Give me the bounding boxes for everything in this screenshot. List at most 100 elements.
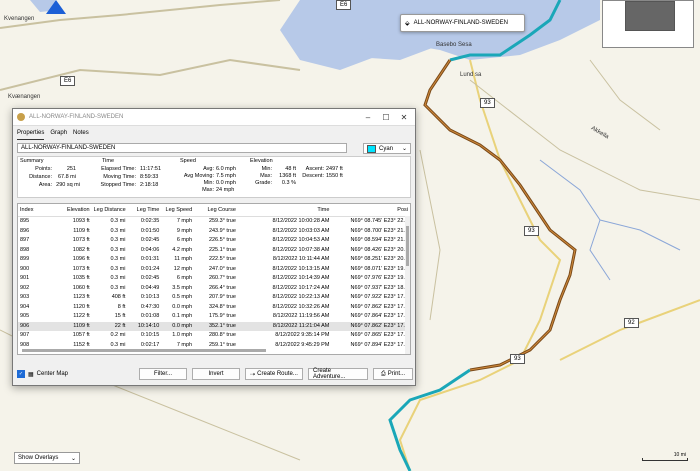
filter-button[interactable]: Filter... <box>139 368 187 380</box>
col-header[interactable]: Posi <box>331 204 410 216</box>
track-tooltip[interactable]: ⬙ ALL-NORWAY-FINLAND-SWEDEN <box>400 14 525 32</box>
show-overlays-dropdown[interactable]: Show Overlays ⌄ <box>14 452 80 464</box>
table-cell: 10:14:10 <box>137 322 160 329</box>
table-cell: 0:04:49 <box>140 284 160 291</box>
table-cell: 8/12/2022 10:07:38 AM <box>272 246 330 253</box>
table-cell: 901 <box>20 275 30 281</box>
table-cell: 1109 ft <box>73 227 90 234</box>
table-cell: 1109 ft <box>73 322 90 329</box>
table-cell: 900 <box>20 265 30 272</box>
trackpoint-table[interactable]: Index Elevation Leg Distance Leg Time Le… <box>17 203 411 355</box>
map-label: Basebo Sesa <box>436 42 472 48</box>
summary-panel: Summary Points: 251 Distance: 67.8 mi Ar… <box>17 156 411 198</box>
table-cell: 907 <box>20 332 30 338</box>
col-header[interactable]: Index <box>18 204 58 216</box>
table-row[interactable]: 901 1035 ft 0.3 mi 0:02:45 6 mph 260.7° true 8… <box>18 274 410 284</box>
table-cell: 4.2 mph <box>172 246 193 253</box>
table-cell: 280.8° true <box>208 332 236 338</box>
table-cell: 8/12/2022 10:00:28 AM <box>272 218 330 224</box>
table-cell: 8/12/2022 10:14:39 AM <box>272 275 330 281</box>
color-select[interactable]: Cyan ⌄ <box>363 143 411 154</box>
stopped-value: 2:18:18 <box>140 182 159 188</box>
table-cell: 408 ft <box>111 294 126 300</box>
table-cell: 905 <box>20 313 30 319</box>
center-map-label: Center Map <box>36 371 69 377</box>
table-cell: 8/12/2022 10:32:26 AM <box>272 303 330 310</box>
table-cell: 3.5 mph <box>172 284 193 291</box>
create-adventure-label: Create Adventure... <box>313 368 346 380</box>
close-button[interactable]: ✕ <box>397 113 411 122</box>
table-row[interactable]: 898 1082 ft 0.3 mi 0:04:06 4.2 mph 225.1° tru… <box>18 246 410 256</box>
tab-graph[interactable]: Graph <box>50 130 67 140</box>
table-cell: 1.0 mph <box>172 332 193 338</box>
road-shield: 93 <box>480 98 495 108</box>
minimize-button[interactable]: – <box>361 113 375 122</box>
table-cell: 247.0° true <box>208 265 236 272</box>
table-row[interactable]: 907 1057 ft 0.2 mi 0:10:15 1.0 mph 280.8° tru… <box>18 331 410 341</box>
table-cell: 324.8° true <box>208 303 236 310</box>
min-speed-label: Min: <box>203 180 214 186</box>
center-map-checkbox[interactable]: ✓ ▦ Center Map <box>17 370 68 378</box>
table-row[interactable]: 903 1123 ft 408 ft 0:10:13 0.5 mph 207.9° tru… <box>18 293 410 303</box>
table-row[interactable]: 896 1109 ft 0.3 mi 0:01:50 9 mph 243.9° true 8… <box>18 227 410 237</box>
create-adventure-button[interactable]: Create Adventure... <box>308 368 368 380</box>
track-properties-window[interactable]: ALL-NORWAY-FINLAND-SWEDEN – ☐ ✕ Properti… <box>12 108 416 386</box>
map-label: Lund sa <box>460 72 482 78</box>
tab-notes[interactable]: Notes <box>73 130 89 140</box>
horizontal-scrollbar[interactable] <box>22 349 266 352</box>
table-cell: N69° 08.071' E23° 19.6 <box>350 265 408 272</box>
col-header[interactable]: Elevation <box>58 204 92 216</box>
table-row[interactable]: 895 1093 ft 0.3 mi 0:02:35 7 mph 259.3° true 8… <box>18 217 410 227</box>
road-shield: 93 <box>510 354 525 364</box>
map-scale: 10 mi <box>642 452 690 462</box>
elev-min-value: 48 ft <box>285 166 296 172</box>
table-row[interactable]: 902 1060 ft 0.3 mi 0:04:49 3.5 mph 266.4° tru… <box>18 284 410 294</box>
table-cell: 175.9° true <box>208 313 236 319</box>
window-titlebar[interactable]: ALL-NORWAY-FINLAND-SWEDEN – ☐ ✕ <box>13 109 415 126</box>
table-row[interactable]: 905 1122 ft 15 ft 0:01:08 0.1 mph 175.9° true… <box>18 312 410 322</box>
invert-label: Invert <box>208 371 224 377</box>
table-cell: 0:02:45 <box>140 237 160 243</box>
table-cell: N69° 07.976' E23° 19.0 <box>350 275 408 281</box>
print-button[interactable]: ⎙ Print... <box>373 368 413 380</box>
filter-label: Filter... <box>153 371 172 377</box>
table-row[interactable]: 906 1109 ft 22 ft 10:14:10 0.0 mph 352.1° tru… <box>18 321 410 331</box>
avg-moving-label: Avg Moving: <box>183 173 214 179</box>
col-header[interactable]: Leg Distance <box>92 204 128 216</box>
table-cell: 0.2 mi <box>110 332 126 338</box>
table-row[interactable]: 904 1120 ft 8 ft 0:47:30 0.0 mph 324.8° true 8… <box>18 303 410 313</box>
map-label: Kvænangen <box>8 94 41 100</box>
area-value: 290 sq mi <box>56 182 80 188</box>
overview-map[interactable] <box>602 0 694 48</box>
table-row[interactable]: 897 1073 ft 0.3 mi 0:02:45 6 mph 226.5° true 8… <box>18 236 410 246</box>
table-cell: N69° 08.594' E23° 21.1 <box>350 237 408 243</box>
table-cell: 0:01:08 <box>140 313 160 319</box>
invert-button[interactable]: Invert <box>192 368 240 380</box>
table-cell: 15 ft <box>114 313 126 319</box>
bottom-toolbar: ✓ ▦ Center Map Filter... Invert ⇢ Create… <box>17 367 413 381</box>
table-cell: N69° 07.862' E23° 17.6 <box>350 303 408 310</box>
table-cell: 0.3 mi <box>110 284 126 291</box>
col-header[interactable]: Time <box>238 204 332 216</box>
table-cell: N69° 07.865' E23° 17.6 <box>350 332 408 338</box>
col-header[interactable]: Leg Speed <box>161 204 194 216</box>
overview-frame <box>625 1 675 31</box>
vertical-scrollbar[interactable] <box>405 216 410 354</box>
elev-max-label: Max: <box>260 173 272 179</box>
table-cell: 0.5 mph <box>172 294 193 300</box>
col-header[interactable]: Leg Course <box>194 204 238 216</box>
table-cell: 352.1° true <box>208 322 236 329</box>
elev-min-label: Min: <box>261 166 272 172</box>
scroll-thumb[interactable] <box>406 226 409 266</box>
create-route-button[interactable]: ⇢ Create Route... <box>245 368 303 380</box>
tab-properties[interactable]: Properties <box>17 130 45 140</box>
road-shield: 93 <box>524 226 539 236</box>
table-cell: 902 <box>20 284 30 291</box>
table-row[interactable]: 900 1073 ft 0.3 mi 0:01:24 12 mph 247.0° true… <box>18 265 410 275</box>
table-row[interactable]: 899 1096 ft 0.3 mi 0:01:31 11 mph 222.5° true… <box>18 255 410 265</box>
table-cell: N69° 07.864' E23° 17.6 <box>350 313 408 319</box>
table-cell: 8/12/2022 11:19:56 AM <box>272 313 330 319</box>
track-name-input[interactable]: ALL-NORWAY-FINLAND-SWEDEN <box>17 143 347 153</box>
maximize-button[interactable]: ☐ <box>379 113 393 122</box>
col-header[interactable]: Leg Time <box>127 204 161 216</box>
